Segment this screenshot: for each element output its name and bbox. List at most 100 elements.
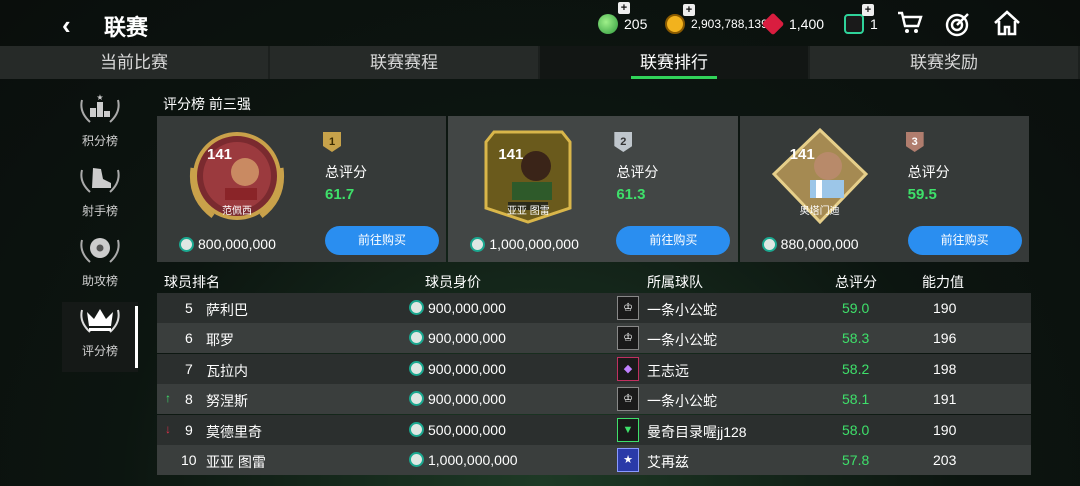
sidebar-item-scorers[interactable]: 射手榜 (62, 162, 138, 232)
svg-text:★: ★ (96, 93, 103, 102)
crown-icon (62, 302, 138, 342)
coin-icon (179, 236, 194, 252)
player-rating: 141 (207, 146, 233, 163)
coin-icon (409, 360, 424, 376)
team-crest-icon: ★ (617, 447, 639, 472)
buy-button[interactable]: 前往购买 (907, 226, 1022, 255)
row-value: 900,000,000 (428, 300, 506, 316)
token-green-icon: + (844, 4, 874, 34)
player-name: 范佩西 (222, 206, 252, 217)
row-ability: 190 (933, 300, 957, 316)
page-title: 联赛 (104, 15, 149, 40)
table-row[interactable]: 6 耶罗 900,000,000 ♔ 一条小公蛇 58.3 196 (157, 323, 1031, 354)
row-ability: 190 (933, 421, 957, 438)
plus-icon[interactable]: + (683, 4, 695, 16)
token-currency[interactable]: + 1 (844, 4, 878, 34)
player-name: 奥塔门迪 (799, 206, 840, 217)
coin-currency[interactable]: + 2,903,788,139 (665, 4, 768, 34)
buy-button[interactable]: 前往购买 (325, 226, 439, 255)
cart-icon[interactable] (897, 11, 923, 35)
price-value: 1,000,000,000 (489, 236, 579, 252)
team-crest-icon: ♔ (617, 326, 639, 351)
row-rank: 5 (185, 300, 193, 316)
tab-current-match[interactable]: 当前比赛 (0, 46, 268, 79)
row-rank: 7 (185, 360, 193, 377)
row-ability: 198 (933, 360, 957, 377)
row-team: 曼奇目录喔jj128 (647, 423, 747, 440)
sidebar-label: 射手榜 (81, 204, 118, 218)
row-rank: 10 (181, 451, 197, 468)
trend-up-icon: ↑ (165, 391, 171, 406)
player-price: 880,000,000 (761, 236, 859, 252)
player-card[interactable]: 141 奥塔门迪 (770, 127, 870, 225)
coin-icon (409, 421, 424, 437)
row-value: 1,000,000,000 (428, 451, 518, 468)
sidebar-label: 助攻榜 (81, 274, 118, 288)
top-player-card[interactable]: 141 亚亚 图雷 2 总评分 61.3 1,000,000,000 前往购买 (448, 116, 738, 262)
row-ability: 196 (933, 330, 957, 347)
podium-icon: ★ (62, 92, 138, 132)
table-row[interactable]: ↓ 9 莫德里奇 500,000,000 ▼ 曼奇目录喔jj128 58.0 1… (157, 414, 1031, 445)
row-value: 900,000,000 (428, 391, 506, 408)
gem-red-icon (761, 12, 785, 36)
rank-badge: 2 (614, 132, 633, 152)
team-crest-icon: ◆ (617, 356, 639, 381)
ball-icon (62, 232, 138, 272)
header-score: 总评分 (835, 274, 877, 290)
table-row[interactable]: 7 瓦拉内 900,000,000 ◆ 王志远 58.2 198 (157, 353, 1031, 384)
row-player-name: 瓦拉内 (206, 362, 248, 379)
row-score: 58.2 (842, 360, 870, 377)
row-value: 900,000,000 (428, 330, 506, 347)
row-team: 一条小公蛇 (647, 332, 717, 349)
coin-count: 2,903,788,139 (691, 17, 768, 31)
table-row[interactable]: 5 萨利巴 900,000,000 ♔ 一条小公蛇 59.0 190 (157, 293, 1031, 323)
back-icon[interactable]: ‹ (62, 10, 71, 41)
plus-icon[interactable]: + (862, 4, 874, 16)
price-value: 880,000,000 (780, 236, 859, 252)
row-player-name: 耶罗 (206, 332, 234, 349)
table-row[interactable]: ↑ 8 努涅斯 900,000,000 ♔ 一条小公蛇 58.1 191 (157, 384, 1031, 415)
top-three: 141 范佩西 1 总评分 61.7 800,000,000 前往购买 141 … (157, 116, 1031, 262)
panel-title: 评分榜 前三强 (163, 96, 251, 112)
player-card[interactable]: 141 亚亚 图雷 (478, 128, 578, 224)
target-icon[interactable] (945, 11, 971, 37)
coin-icon (409, 451, 424, 467)
row-team: 艾再兹 (647, 453, 689, 470)
table-header: 球员排名 球员身价 所属球队 总评分 能力值 (157, 270, 1031, 292)
sidebar-item-points[interactable]: ★ 积分榜 (62, 92, 138, 162)
price-value: 800,000,000 (198, 236, 276, 252)
rank-badge: 1 (323, 132, 341, 152)
sidebar-label: 评分榜 (81, 344, 118, 358)
ranking-table: 5 萨利巴 900,000,000 ♔ 一条小公蛇 59.0 190 6 耶罗 … (157, 293, 1031, 475)
red-gem-count: 1,400 (789, 16, 825, 32)
plus-icon[interactable]: + (618, 2, 630, 14)
player-price: 1,000,000,000 (470, 236, 579, 252)
sidebar-item-assists[interactable]: 助攻榜 (62, 232, 138, 302)
row-score: 58.0 (842, 421, 870, 438)
coin-icon (409, 330, 424, 346)
green-gem-currency[interactable]: + 205 (598, 2, 648, 34)
row-ability: 203 (933, 451, 957, 468)
row-player-name: 莫德里奇 (206, 423, 262, 440)
buy-button[interactable]: 前往购买 (616, 226, 731, 255)
home-icon[interactable] (993, 10, 1021, 36)
header-ability: 能力值 (922, 274, 964, 290)
table-row[interactable]: 10 亚亚 图雷 1,000,000,000 ★ 艾再兹 57.8 203 (157, 444, 1031, 475)
tab-schedule[interactable]: 联赛赛程 (270, 46, 538, 79)
score-value: 61.3 (616, 186, 646, 203)
row-rank: 8 (185, 391, 193, 408)
coin-icon (409, 300, 424, 315)
top-player-card[interactable]: 141 范佩西 1 总评分 61.7 800,000,000 前往购买 (157, 116, 447, 262)
player-card[interactable]: 141 范佩西 (187, 128, 287, 224)
sidebar-item-rating[interactable]: 评分榜 (62, 302, 138, 372)
green-gem-count: 205 (624, 16, 648, 32)
tab-ranking[interactable]: 联赛排行 (540, 46, 808, 79)
top-player-card[interactable]: 141 奥塔门迪 3 总评分 59.5 880,000,000 前往购买 (739, 116, 1029, 262)
coin-gold-icon: + (665, 4, 695, 34)
row-score: 59.0 (842, 300, 870, 316)
player-rating: 141 (498, 146, 524, 163)
red-gem-currency[interactable]: 1,400 (761, 12, 825, 36)
tab-rewards[interactable]: 联赛奖励 (810, 46, 1078, 79)
sidebar: ★ 积分榜 射手榜 助攻榜 评分榜 (62, 92, 138, 372)
row-ability: 191 (933, 391, 957, 408)
